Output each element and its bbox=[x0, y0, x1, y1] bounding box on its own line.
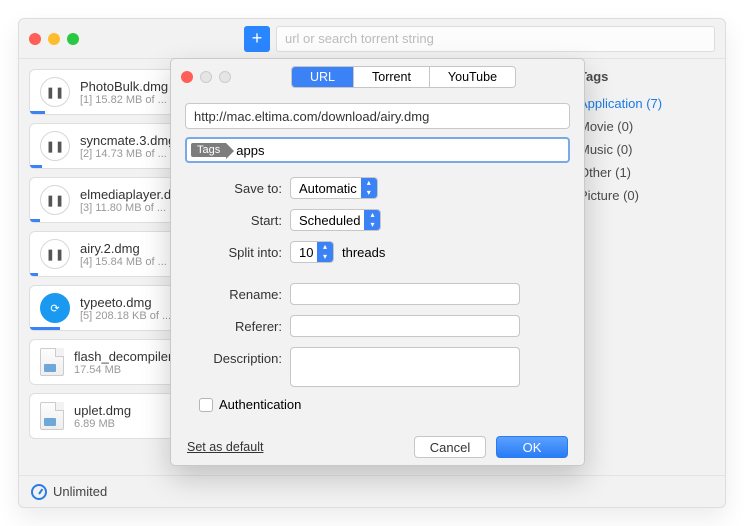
close-icon[interactable] bbox=[29, 33, 41, 45]
gauge-icon bbox=[31, 484, 47, 500]
search-input[interactable]: url or search torrent string bbox=[276, 26, 715, 52]
tab-youtube[interactable]: YouTube bbox=[430, 67, 515, 87]
start-label: Start: bbox=[185, 209, 290, 228]
chevron-updown-icon bbox=[317, 242, 333, 262]
file-icon[interactable] bbox=[40, 348, 64, 376]
add-button[interactable]: + bbox=[244, 26, 270, 52]
tab-torrent[interactable]: Torrent bbox=[354, 67, 430, 87]
set-default-link[interactable]: Set as default bbox=[187, 440, 263, 454]
split-select[interactable]: 10 bbox=[290, 241, 334, 263]
download-sub: [2] 14.73 MB of ... bbox=[80, 148, 175, 160]
chevron-updown-icon bbox=[364, 210, 380, 230]
rename-input[interactable] bbox=[290, 283, 520, 305]
tags-value: apps bbox=[236, 143, 264, 158]
dialog-footer: Set as default Cancel OK bbox=[171, 424, 584, 470]
pause-icon[interactable]: ❚❚ bbox=[40, 77, 70, 107]
auth-checkbox[interactable] bbox=[199, 398, 213, 412]
sidebar-tag[interactable]: Other (1) bbox=[579, 161, 711, 184]
sidebar-tag[interactable]: Application (7) bbox=[579, 92, 711, 115]
download-name: typeeto.dmg bbox=[80, 295, 171, 310]
tab-segmented-control: URL Torrent YouTube bbox=[291, 66, 516, 88]
url-input[interactable]: http://mac.eltima.com/download/airy.dmg bbox=[185, 103, 570, 129]
start-select[interactable]: Scheduled bbox=[290, 209, 381, 231]
progress-bar bbox=[30, 273, 38, 276]
dialog-titlebar: URL Torrent YouTube bbox=[171, 59, 584, 95]
split-label: Split into: bbox=[185, 241, 290, 260]
threads-label: threads bbox=[342, 241, 385, 260]
download-name: PhotoBulk.dmg bbox=[80, 79, 168, 94]
tab-url[interactable]: URL bbox=[292, 67, 354, 87]
tags-input[interactable]: Tags apps bbox=[185, 137, 570, 163]
statusbar: Unlimited bbox=[19, 475, 725, 507]
minimize-icon bbox=[200, 71, 212, 83]
download-name: syncmate.3.dmg bbox=[80, 133, 175, 148]
dialog-traffic-lights bbox=[181, 71, 231, 83]
download-sub: [1] 15.82 MB of ... bbox=[80, 94, 168, 106]
download-name: airy.2.dmg bbox=[80, 241, 167, 256]
sidebar-tag[interactable]: Movie (0) bbox=[579, 115, 711, 138]
ok-button[interactable]: OK bbox=[496, 436, 568, 458]
sidebar-tag[interactable]: Picture (0) bbox=[579, 184, 711, 207]
file-icon[interactable] bbox=[40, 402, 64, 430]
save-to-select[interactable]: Automatic bbox=[290, 177, 378, 199]
download-sub: [4] 15.84 MB of ... bbox=[80, 256, 167, 268]
tags-chip: Tags bbox=[191, 143, 226, 157]
sidebar-header: Tags bbox=[579, 69, 711, 84]
save-to-label: Save to: bbox=[185, 177, 290, 196]
status-label: Unlimited bbox=[53, 484, 107, 499]
pause-icon[interactable]: ❚❚ bbox=[40, 185, 70, 215]
download-sub: [5] 208.18 KB of ... bbox=[80, 310, 171, 322]
pause-icon[interactable]: ❚❚ bbox=[40, 131, 70, 161]
download-sub: 6.89 MB bbox=[74, 418, 131, 430]
dialog-body: http://mac.eltima.com/download/airy.dmg … bbox=[171, 95, 584, 420]
cancel-button[interactable]: Cancel bbox=[414, 436, 486, 458]
progress-bar bbox=[30, 327, 60, 330]
sidebar: Tags Application (7)Movie (0)Music (0)Ot… bbox=[565, 59, 725, 475]
description-label: Description: bbox=[185, 347, 290, 366]
referer-input[interactable] bbox=[290, 315, 520, 337]
auth-label: Authentication bbox=[219, 397, 301, 412]
titlebar: + url or search torrent string bbox=[19, 19, 725, 59]
pause-icon[interactable]: ❚❚ bbox=[40, 239, 70, 269]
maximize-icon bbox=[219, 71, 231, 83]
close-icon[interactable] bbox=[181, 71, 193, 83]
traffic-lights bbox=[29, 33, 79, 45]
progress-bar bbox=[30, 111, 45, 114]
sidebar-tag[interactable]: Music (0) bbox=[579, 138, 711, 161]
rename-label: Rename: bbox=[185, 283, 290, 302]
referer-label: Referer: bbox=[185, 315, 290, 334]
progress-bar bbox=[30, 165, 42, 168]
description-input[interactable] bbox=[290, 347, 520, 387]
minimize-icon[interactable] bbox=[48, 33, 60, 45]
add-url-dialog: URL Torrent YouTube http://mac.eltima.co… bbox=[170, 58, 585, 466]
download-name: uplet.dmg bbox=[74, 403, 131, 418]
refresh-icon[interactable]: ⟳ bbox=[40, 293, 70, 323]
chevron-updown-icon bbox=[361, 178, 377, 198]
progress-bar bbox=[30, 219, 40, 222]
maximize-icon[interactable] bbox=[67, 33, 79, 45]
